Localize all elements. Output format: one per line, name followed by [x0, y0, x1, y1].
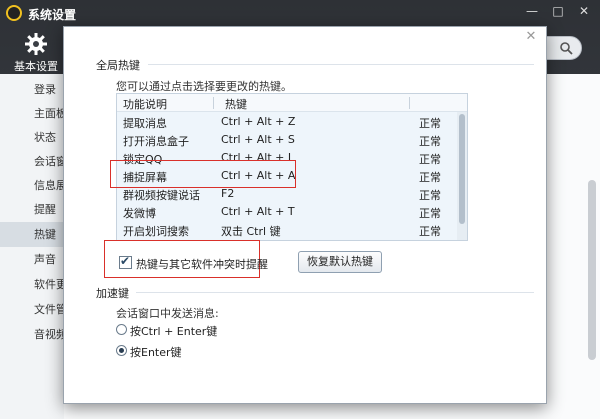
- column-separator: [409, 97, 410, 109]
- sidebar-item-sound[interactable]: 声音: [0, 247, 64, 272]
- hotkey-settings-dialog: ✕ 全局热键 您可以通过点击选择要更改的热键。 功能说明 热键 提取消息 Ctr…: [63, 26, 547, 404]
- row-status: 正常: [419, 189, 441, 202]
- table-row[interactable]: 提取消息 Ctrl + Alt + Z 正常: [117, 113, 457, 131]
- close-window-icon[interactable]: ✕: [572, 2, 596, 20]
- basic-settings-button[interactable]: 基本设置: [8, 30, 64, 74]
- row-function: 群视频按键说话: [123, 189, 200, 202]
- sidebar-item-software-update[interactable]: 软件更新: [0, 272, 64, 297]
- column-hotkey[interactable]: 热键: [225, 96, 247, 112]
- column-function[interactable]: 功能说明: [123, 96, 167, 112]
- sidebar-item-chat-window[interactable]: 会话窗口: [0, 149, 64, 174]
- scrollbar[interactable]: [588, 180, 596, 360]
- title-bar: 系统设置 — □ ✕: [0, 0, 600, 26]
- sidebar-item-hotkeys[interactable]: 热键: [0, 222, 64, 247]
- table-scrollbar-thumb[interactable]: [459, 114, 465, 224]
- sidebar-item-info-display[interactable]: 信息展示: [0, 173, 64, 198]
- row-status: 正常: [419, 225, 441, 238]
- maximize-icon[interactable]: □: [546, 2, 570, 20]
- qq-logo-icon: [6, 5, 22, 21]
- row-hotkey: F2: [221, 187, 235, 200]
- table-row[interactable]: 开启划词搜索 双击 Ctrl 键 正常: [117, 221, 457, 239]
- global-hotkeys-title: 全局热键: [96, 59, 140, 72]
- section-divider: [148, 64, 534, 65]
- row-hotkey: Ctrl + Alt + Z: [221, 115, 296, 128]
- sidebar-item-status[interactable]: 状态: [0, 125, 64, 150]
- sidebar-item-file-management[interactable]: 文件管理: [0, 297, 64, 322]
- conflict-alert-label[interactable]: 热键与其它软件冲突时提醒: [136, 256, 268, 272]
- row-status: 正常: [419, 117, 441, 130]
- row-status: 正常: [419, 207, 441, 220]
- sidebar-item-reminders[interactable]: 提醒: [0, 197, 64, 222]
- conflict-alert-checkbox[interactable]: ✔: [119, 254, 132, 269]
- row-function: 提取消息: [123, 117, 167, 130]
- minimize-icon[interactable]: —: [520, 2, 544, 20]
- hotkey-hint: 您可以通过点击选择要更改的热键。: [116, 80, 292, 93]
- search-icon[interactable]: [559, 41, 573, 55]
- sidebar: 登录 主面板 状态 会话窗口 信息展示 提醒 热键 声音 软件更新 文件管理 音…: [0, 74, 64, 419]
- enter-label[interactable]: 按Enter键: [130, 344, 182, 360]
- column-separator: [213, 97, 214, 109]
- accelerators-title: 加速键: [96, 287, 129, 300]
- highlight-box-capture-screen: [110, 160, 296, 188]
- row-status: 正常: [419, 171, 441, 184]
- gear-icon: [25, 33, 47, 55]
- send-message-label: 会话窗口中发送消息:: [116, 307, 219, 320]
- row-hotkey: Ctrl + Alt + T: [221, 205, 295, 218]
- section-divider: [136, 292, 534, 293]
- checkmark-icon: ✔: [120, 254, 131, 268]
- sidebar-item-login[interactable]: 登录: [0, 77, 64, 102]
- row-hotkey: Ctrl + Alt + S: [221, 133, 295, 146]
- enter-radio[interactable]: [116, 345, 127, 356]
- window-title: 系统设置: [28, 8, 77, 22]
- table-scrollbar[interactable]: [457, 112, 467, 240]
- sidebar-item-audio-video[interactable]: 音视频: [0, 322, 64, 347]
- sidebar-item-main-panel[interactable]: 主面板: [0, 101, 64, 126]
- row-function: 开启划词搜索: [123, 225, 189, 238]
- table-row[interactable]: 打开消息盒子 Ctrl + Alt + S 正常: [117, 131, 457, 149]
- table-row[interactable]: 发微博 Ctrl + Alt + T 正常: [117, 203, 457, 221]
- row-hotkey: 双击 Ctrl 键: [221, 225, 281, 238]
- ctrl-enter-radio[interactable]: [116, 324, 127, 335]
- restore-default-hotkeys-button[interactable]: 恢复默认热键: [298, 251, 382, 273]
- ctrl-enter-label[interactable]: 按Ctrl + Enter键: [130, 323, 217, 339]
- row-status: 正常: [419, 135, 441, 148]
- radio-selected-dot: [119, 348, 124, 353]
- dialog-close-icon[interactable]: ✕: [524, 30, 538, 44]
- row-function: 发微博: [123, 207, 156, 220]
- basic-settings-label: 基本设置: [14, 60, 58, 73]
- row-function: 打开消息盒子: [123, 135, 189, 148]
- table-header: 功能说明 热键: [117, 94, 467, 112]
- row-status: 正常: [419, 153, 441, 166]
